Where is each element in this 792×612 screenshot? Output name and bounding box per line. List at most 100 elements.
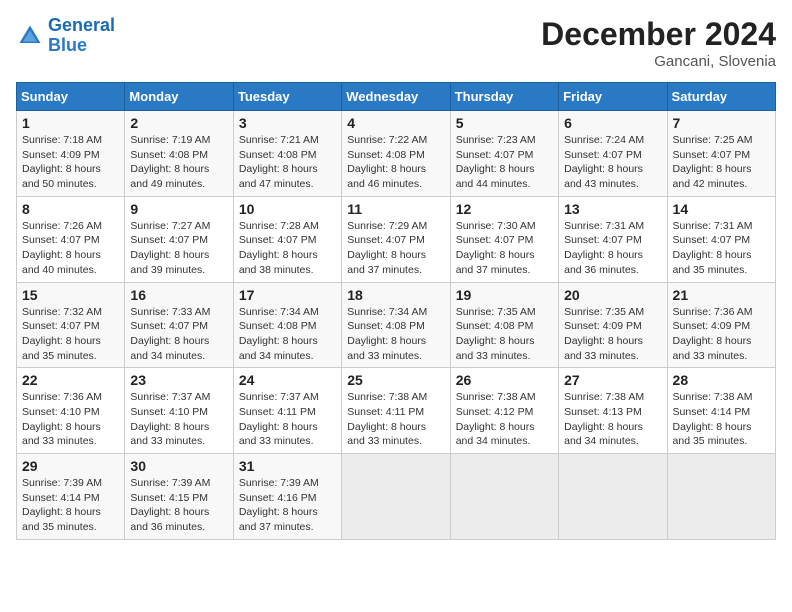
day-info: Sunrise: 7:39 AMSunset: 4:14 PMDaylight:… [22, 476, 119, 535]
day-info: Sunrise: 7:37 AMSunset: 4:11 PMDaylight:… [239, 390, 336, 449]
calendar-week-row: 1 Sunrise: 7:18 AMSunset: 4:09 PMDaylight… [17, 111, 776, 197]
day-info: Sunrise: 7:37 AMSunset: 4:10 PMDaylight:… [130, 390, 227, 449]
day-number: 11 [347, 201, 444, 217]
calendar-day-cell: 16 Sunrise: 7:33 AMSunset: 4:07 PMDayligh… [125, 282, 233, 368]
calendar-day-cell: 1 Sunrise: 7:18 AMSunset: 4:09 PMDaylight… [17, 111, 125, 197]
calendar-day-cell [559, 454, 667, 540]
day-info: Sunrise: 7:36 AMSunset: 4:10 PMDaylight:… [22, 390, 119, 449]
calendar-week-row: 8 Sunrise: 7:26 AMSunset: 4:07 PMDaylight… [17, 196, 776, 282]
day-number: 19 [456, 287, 553, 303]
day-info: Sunrise: 7:39 AMSunset: 4:16 PMDaylight:… [239, 476, 336, 535]
day-number: 4 [347, 115, 444, 131]
day-number: 24 [239, 372, 336, 388]
day-info: Sunrise: 7:31 AMSunset: 4:07 PMDaylight:… [673, 219, 770, 278]
day-info: Sunrise: 7:30 AMSunset: 4:07 PMDaylight:… [456, 219, 553, 278]
calendar-day-cell: 12 Sunrise: 7:30 AMSunset: 4:07 PMDayligh… [450, 196, 558, 282]
day-number: 27 [564, 372, 661, 388]
calendar-week-row: 29Sunrise: 7:39 AMSunset: 4:14 PMDayligh… [17, 454, 776, 540]
logo: General Blue [16, 16, 115, 56]
day-number: 6 [564, 115, 661, 131]
day-info: Sunrise: 7:33 AMSunset: 4:07 PMDaylight:… [130, 305, 227, 364]
calendar-day-cell: 23 Sunrise: 7:37 AMSunset: 4:10 PMDayligh… [125, 368, 233, 454]
page-header: General Blue December 2024 Gancani, Slov… [16, 16, 776, 70]
calendar-day-cell: 13Sunrise: 7:31 AMSunset: 4:07 PMDayligh… [559, 196, 667, 282]
weekday-header-cell: Saturday [667, 83, 775, 111]
weekday-header-cell: Friday [559, 83, 667, 111]
day-number: 26 [456, 372, 553, 388]
day-info: Sunrise: 7:23 AMSunset: 4:07 PMDaylight:… [456, 133, 553, 192]
calendar-day-cell: 2 Sunrise: 7:19 AMSunset: 4:08 PMDaylight… [125, 111, 233, 197]
calendar-day-cell [342, 454, 450, 540]
calendar-day-cell: 11Sunrise: 7:29 AMSunset: 4:07 PMDayligh… [342, 196, 450, 282]
day-info: Sunrise: 7:38 AMSunset: 4:14 PMDaylight:… [673, 390, 770, 449]
calendar-day-cell: 18 Sunrise: 7:34 AMSunset: 4:08 PMDayligh… [342, 282, 450, 368]
day-number: 15 [22, 287, 119, 303]
weekday-header-cell: Tuesday [233, 83, 341, 111]
day-info: Sunrise: 7:38 AMSunset: 4:13 PMDaylight:… [564, 390, 661, 449]
day-info: Sunrise: 7:39 AMSunset: 4:15 PMDaylight:… [130, 476, 227, 535]
calendar-day-cell: 14 Sunrise: 7:31 AMSunset: 4:07 PMDayligh… [667, 196, 775, 282]
calendar-day-cell: 27 Sunrise: 7:38 AMSunset: 4:13 PMDayligh… [559, 368, 667, 454]
calendar-day-cell: 25Sunrise: 7:38 AMSunset: 4:11 PMDayligh… [342, 368, 450, 454]
weekday-header-cell: Monday [125, 83, 233, 111]
day-number: 23 [130, 372, 227, 388]
day-info: Sunrise: 7:32 AMSunset: 4:07 PMDaylight:… [22, 305, 119, 364]
weekday-header-cell: Sunday [17, 83, 125, 111]
calendar-day-cell: 21 Sunrise: 7:36 AMSunset: 4:09 PMDayligh… [667, 282, 775, 368]
day-number: 9 [130, 201, 227, 217]
day-number: 25 [347, 372, 444, 388]
calendar-day-cell: 30 Sunrise: 7:39 AMSunset: 4:15 PMDayligh… [125, 454, 233, 540]
calendar-week-row: 22Sunrise: 7:36 AMSunset: 4:10 PMDayligh… [17, 368, 776, 454]
day-number: 30 [130, 458, 227, 474]
calendar-day-cell: 28Sunrise: 7:38 AMSunset: 4:14 PMDayligh… [667, 368, 775, 454]
day-info: Sunrise: 7:38 AMSunset: 4:12 PMDaylight:… [456, 390, 553, 449]
weekday-header-cell: Wednesday [342, 83, 450, 111]
day-number: 2 [130, 115, 227, 131]
day-info: Sunrise: 7:34 AMSunset: 4:08 PMDaylight:… [239, 305, 336, 364]
day-number: 14 [673, 201, 770, 217]
day-number: 18 [347, 287, 444, 303]
logo-icon [16, 22, 44, 50]
calendar-day-cell: 22Sunrise: 7:36 AMSunset: 4:10 PMDayligh… [17, 368, 125, 454]
calendar-day-cell: 31 Sunrise: 7:39 AMSunset: 4:16 PMDayligh… [233, 454, 341, 540]
calendar-day-cell: 29Sunrise: 7:39 AMSunset: 4:14 PMDayligh… [17, 454, 125, 540]
title-block: December 2024 Gancani, Slovenia [541, 16, 776, 70]
day-info: Sunrise: 7:22 AMSunset: 4:08 PMDaylight:… [347, 133, 444, 192]
day-info: Sunrise: 7:18 AMSunset: 4:09 PMDaylight:… [22, 133, 119, 192]
day-number: 7 [673, 115, 770, 131]
day-info: Sunrise: 7:26 AMSunset: 4:07 PMDaylight:… [22, 219, 119, 278]
day-info: Sunrise: 7:34 AMSunset: 4:08 PMDaylight:… [347, 305, 444, 364]
day-number: 13 [564, 201, 661, 217]
day-number: 20 [564, 287, 661, 303]
logo-text: General Blue [48, 16, 115, 56]
calendar-day-cell: 8 Sunrise: 7:26 AMSunset: 4:07 PMDaylight… [17, 196, 125, 282]
calendar-day-cell: 24 Sunrise: 7:37 AMSunset: 4:11 PMDayligh… [233, 368, 341, 454]
month-title: December 2024 [541, 16, 776, 53]
day-number: 1 [22, 115, 119, 131]
calendar-day-cell: 9Sunrise: 7:27 AMSunset: 4:07 PMDaylight… [125, 196, 233, 282]
day-number: 16 [130, 287, 227, 303]
calendar-body: 1 Sunrise: 7:18 AMSunset: 4:09 PMDaylight… [17, 111, 776, 540]
day-info: Sunrise: 7:19 AMSunset: 4:08 PMDaylight:… [130, 133, 227, 192]
calendar-table: SundayMondayTuesdayWednesdayThursdayFrid… [16, 82, 776, 540]
day-number: 31 [239, 458, 336, 474]
day-info: Sunrise: 7:35 AMSunset: 4:09 PMDaylight:… [564, 305, 661, 364]
calendar-day-cell: 17 Sunrise: 7:34 AMSunset: 4:08 PMDayligh… [233, 282, 341, 368]
day-number: 8 [22, 201, 119, 217]
calendar-week-row: 15 Sunrise: 7:32 AMSunset: 4:07 PMDayligh… [17, 282, 776, 368]
weekday-header-row: SundayMondayTuesdayWednesdayThursdayFrid… [17, 83, 776, 111]
day-number: 12 [456, 201, 553, 217]
day-info: Sunrise: 7:36 AMSunset: 4:09 PMDaylight:… [673, 305, 770, 364]
location: Gancani, Slovenia [541, 53, 776, 70]
day-number: 21 [673, 287, 770, 303]
calendar-day-cell [450, 454, 558, 540]
calendar-day-cell: 10 Sunrise: 7:28 AMSunset: 4:07 PMDayligh… [233, 196, 341, 282]
day-number: 10 [239, 201, 336, 217]
calendar-day-cell: 26 Sunrise: 7:38 AMSunset: 4:12 PMDayligh… [450, 368, 558, 454]
calendar-day-cell: 4 Sunrise: 7:22 AMSunset: 4:08 PMDaylight… [342, 111, 450, 197]
day-info: Sunrise: 7:28 AMSunset: 4:07 PMDaylight:… [239, 219, 336, 278]
weekday-header-cell: Thursday [450, 83, 558, 111]
day-number: 17 [239, 287, 336, 303]
calendar-day-cell: 15 Sunrise: 7:32 AMSunset: 4:07 PMDayligh… [17, 282, 125, 368]
day-info: Sunrise: 7:25 AMSunset: 4:07 PMDaylight:… [673, 133, 770, 192]
